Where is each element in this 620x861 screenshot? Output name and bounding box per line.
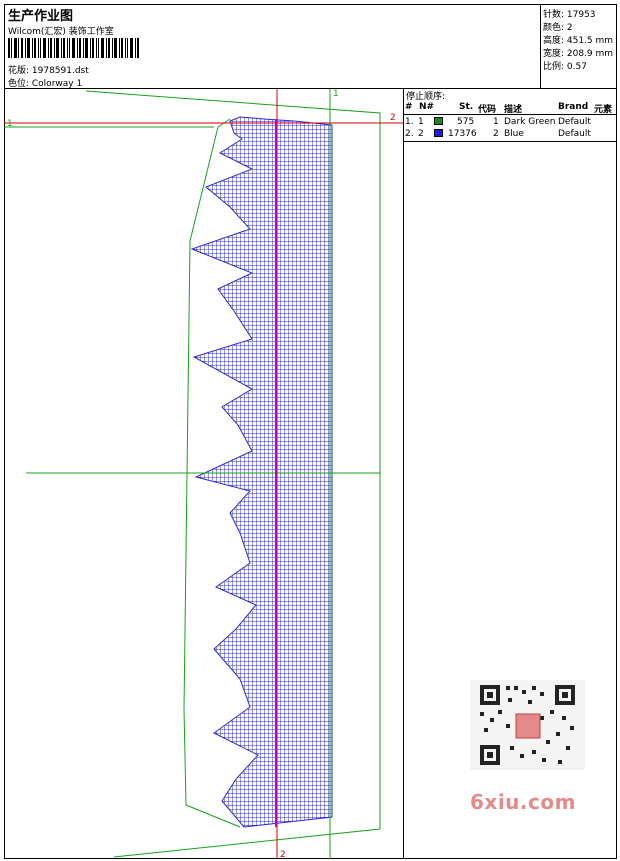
stat-width: 宽度: 208.9 mm [543,49,614,59]
guide-label-v-bottom: 2 [280,850,286,859]
embroidery-drawing: 1 2 1 2 [4,89,403,859]
row1-desc: Dark Green [504,117,556,127]
guide-label-h-right: 2 [390,113,396,123]
stat-stitch-count: 针数: 17953 [543,10,596,20]
guide-label-v-top: 1 [333,89,339,99]
table-header-divider [404,114,617,115]
watermark-site: 6xiu.com [470,790,576,814]
table-bottom-divider [404,141,617,142]
sheet-title: 生产作业图 [8,9,74,24]
row2-stitches: 17376 [448,129,477,139]
stat-color-count: 颜色: 2 [543,23,573,33]
barcode [8,38,139,58]
design-file-label: 花版: 1978591.dst [8,66,89,76]
stop-sequence-title: 停止顺序: [406,92,446,102]
row1-stitches: 575 [457,117,475,127]
stitch-fill [190,116,333,828]
col-header-needle: N# [419,102,435,112]
row2-index: 2. [405,129,414,139]
col-header-index: # [405,102,413,112]
row2-code: 2 [493,129,499,139]
row1-index: 1. [405,117,414,127]
row2-desc: Blue [504,129,524,139]
design-preview: 1 2 1 2 [4,89,404,859]
row1-brand: Default [558,117,591,127]
row2-color-swatch [434,129,443,137]
row2-brand: Default [558,129,591,139]
stat-height: 高度: 451.5 mm [543,36,614,46]
guide-label-h-left: 1 [7,119,13,129]
row1-needle: 1 [418,117,424,127]
colorway-label: 色位: Colorway 1 [8,79,83,89]
row1-color-swatch [434,117,443,125]
stat-scale: 比例: 0.57 [543,62,587,72]
row1-code: 1 [493,117,499,127]
col-header-brand: Brand [558,102,589,112]
company-name: Wilcom(汇宏) 装饰工作室 [8,27,114,37]
watermark-qr-icon [470,680,585,770]
row2-needle: 2 [418,129,424,139]
col-header-stitches: St. [459,102,474,112]
